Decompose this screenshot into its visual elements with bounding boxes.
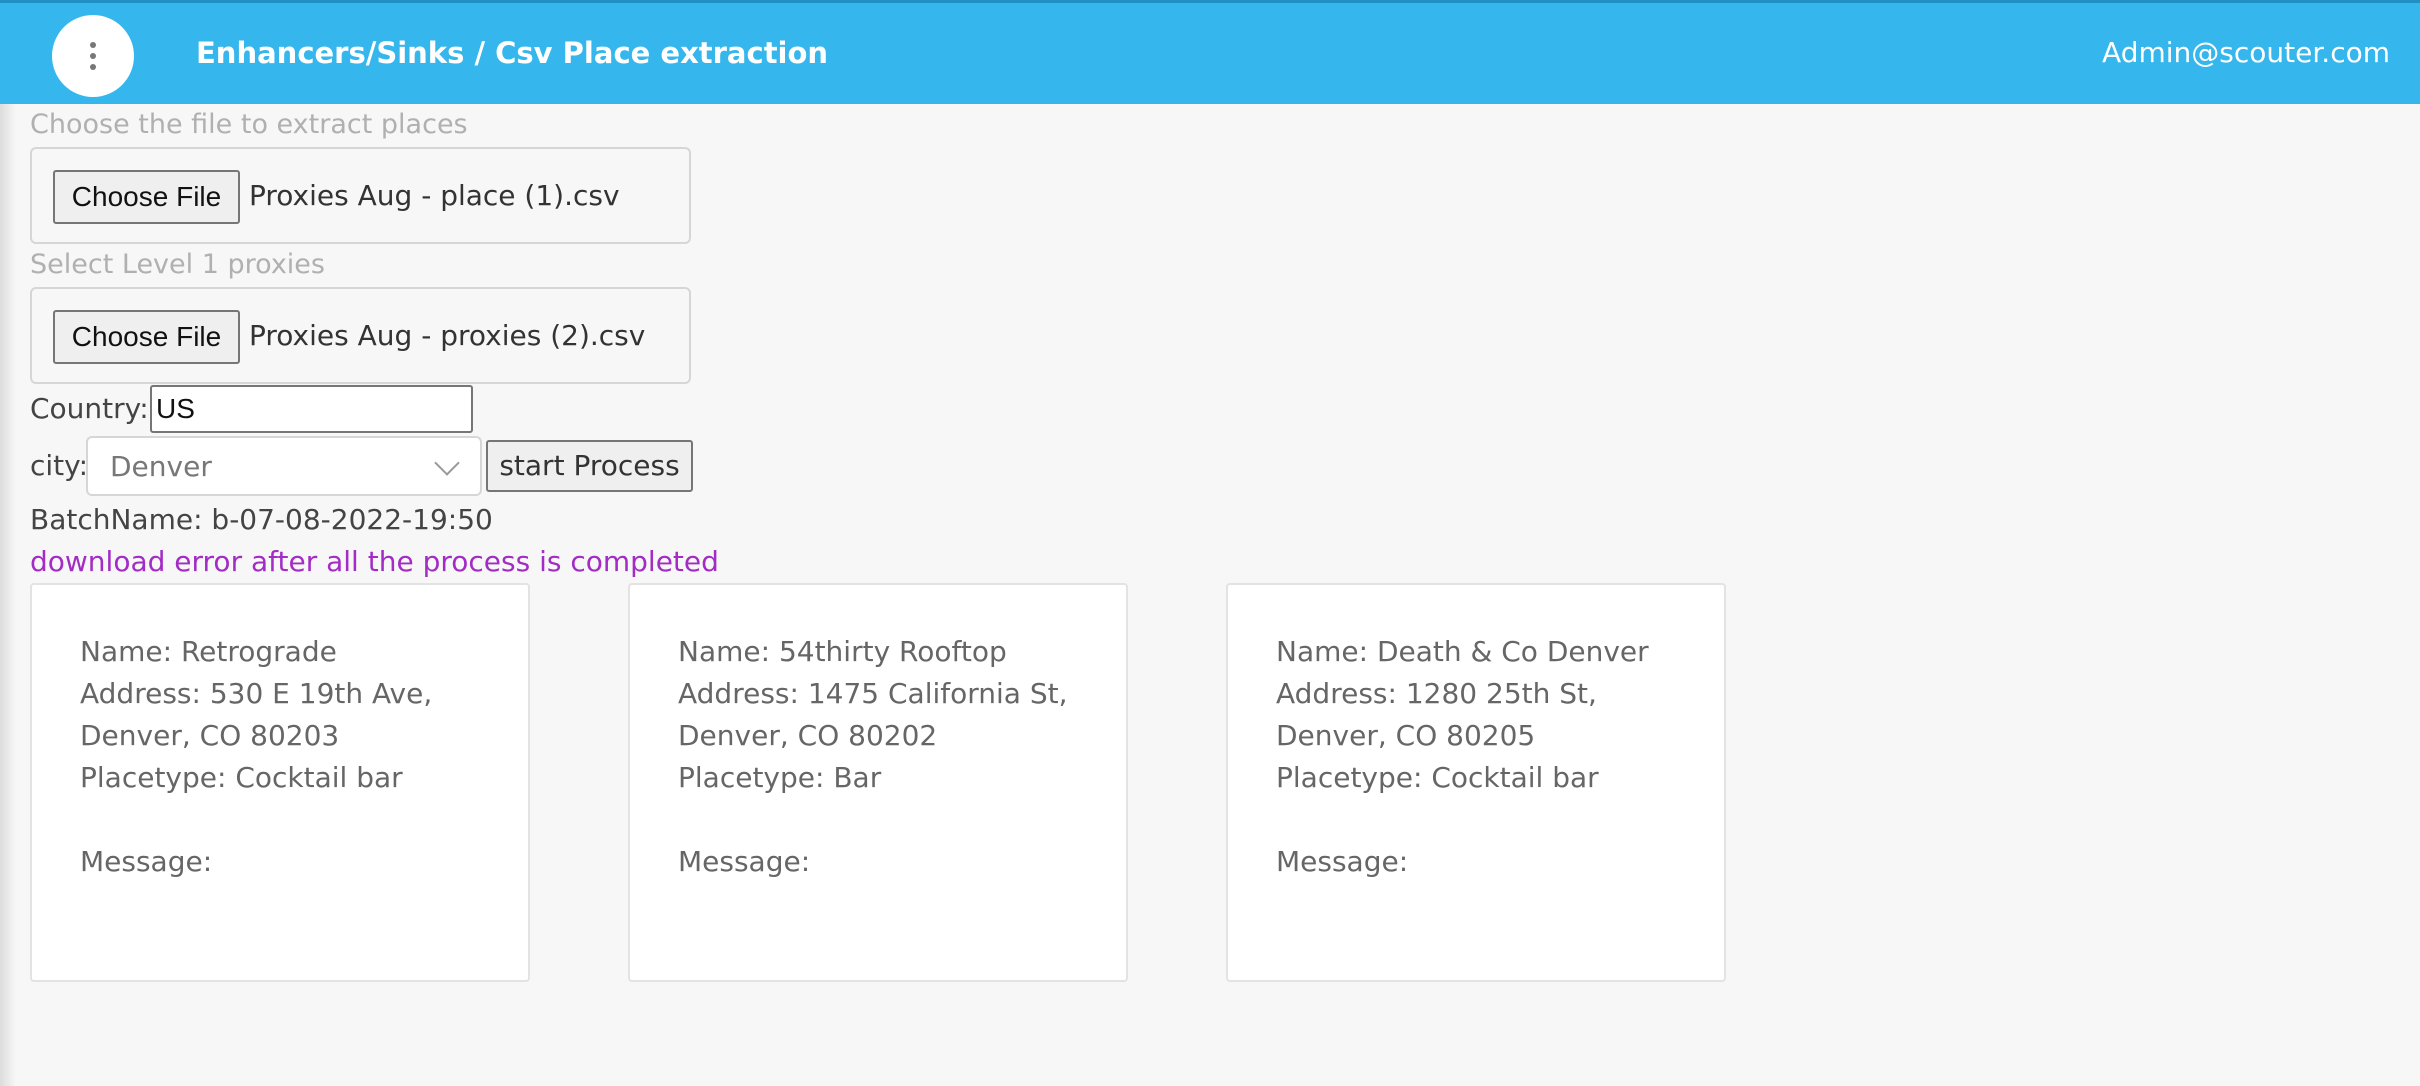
place-message: Message: [80, 845, 213, 878]
place-card-retrograde: Name: Retrograde Address: 530 E 19th Ave… [30, 583, 530, 982]
kebab-menu-icon [90, 42, 96, 48]
batch-name: BatchName: b-07-08-2022-19:50 [30, 503, 493, 536]
places-file-label: Choose the file to extract places [30, 109, 468, 140]
place-type: Placetype: Bar [678, 761, 882, 794]
top-app-bar: Enhancers/Sinks / Csv Place extraction A… [0, 0, 2420, 104]
place-address-city: Denver, CO 80205 [1276, 719, 1536, 752]
kebab-menu-icon-dot [90, 64, 96, 70]
place-message: Message: [1276, 845, 1409, 878]
chevron-down-icon [434, 450, 460, 476]
proxies-file-name: Proxies Aug - proxies (2).csv [249, 319, 646, 352]
place-address-city: Denver, CO 80202 [678, 719, 938, 752]
place-card-text: Name: Death & Co Denver Address: 1280 25… [1276, 631, 1696, 883]
kebab-menu-icon-dot [90, 53, 96, 59]
place-type: Placetype: Cocktail bar [80, 761, 403, 794]
place-card-death-and-co: Name: Death & Co Denver Address: 1280 25… [1226, 583, 1726, 982]
place-address-city: Denver, CO 80203 [80, 719, 340, 752]
place-name: Name: Death & Co Denver [1276, 635, 1649, 668]
city-select[interactable]: Denver [86, 436, 482, 496]
place-address: Address: 530 E 19th Ave, [80, 677, 433, 710]
proxies-file-label: Select Level 1 proxies [30, 249, 325, 280]
user-email[interactable]: Admin@scouter.com [2102, 33, 2390, 73]
place-message: Message: [678, 845, 811, 878]
page-title: Enhancers/Sinks / Csv Place extraction [196, 36, 829, 70]
proxies-file-input[interactable]: Choose File Proxies Aug - proxies (2).cs… [30, 287, 691, 384]
more-menu-button[interactable] [52, 15, 134, 97]
error-download-notice: download error after all the process is … [30, 545, 719, 578]
places-choose-file-button[interactable]: Choose File [53, 170, 240, 224]
place-name: Name: 54thirty Rooftop [678, 635, 1007, 668]
place-card-text: Name: 54thirty Rooftop Address: 1475 Cal… [678, 631, 1098, 883]
place-card-54thirty: Name: 54thirty Rooftop Address: 1475 Cal… [628, 583, 1128, 982]
place-name: Name: Retrograde [80, 635, 337, 668]
city-selected-value: Denver [110, 450, 212, 483]
places-file-name: Proxies Aug - place (1).csv [249, 179, 620, 212]
place-address: Address: 1475 California St, [678, 677, 1068, 710]
place-address: Address: 1280 25th St, [1276, 677, 1597, 710]
city-label: city: [30, 449, 89, 482]
place-card-text: Name: Retrograde Address: 530 E 19th Ave… [80, 631, 500, 883]
places-file-input[interactable]: Choose File Proxies Aug - place (1).csv [30, 147, 691, 244]
country-input[interactable] [150, 385, 473, 433]
left-edge-shadow [0, 104, 16, 1086]
place-type: Placetype: Cocktail bar [1276, 761, 1599, 794]
start-process-button[interactable]: start Process [486, 440, 693, 492]
proxies-choose-file-button[interactable]: Choose File [53, 310, 240, 364]
country-label: Country: [30, 392, 149, 425]
